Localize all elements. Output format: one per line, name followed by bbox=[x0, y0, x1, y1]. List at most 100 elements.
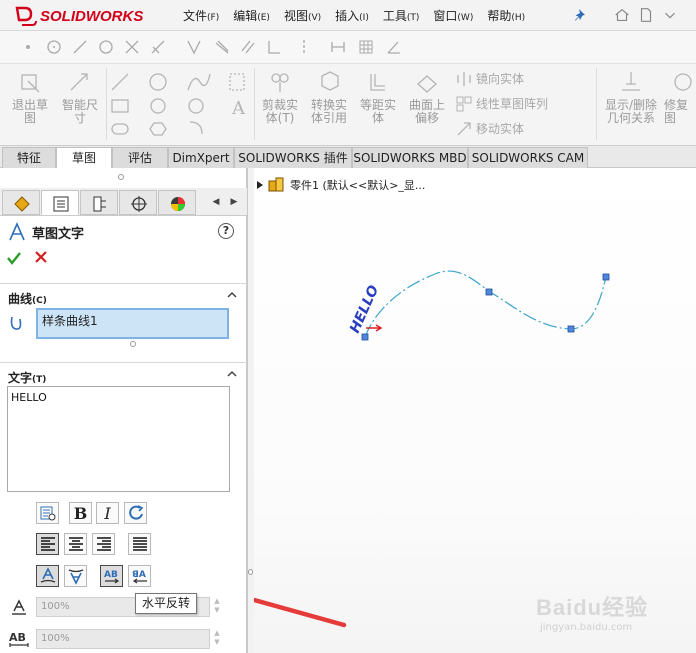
display-delete-relations-button[interactable]: 显示/删除 几何关系 bbox=[600, 70, 662, 125]
move-entities-button[interactable]: 移动实体 bbox=[456, 120, 524, 137]
curve-list-item[interactable]: 样条曲线1 bbox=[42, 314, 98, 328]
rotate-button[interactable] bbox=[124, 502, 147, 524]
svg-text:A: A bbox=[231, 98, 246, 119]
polygon-icon[interactable] bbox=[98, 39, 114, 55]
justify-button[interactable] bbox=[128, 533, 151, 555]
horizontal-dimension-icon[interactable] bbox=[330, 39, 346, 55]
display-manager-tab[interactable] bbox=[158, 190, 196, 215]
configuration-manager-tab[interactable] bbox=[80, 190, 118, 215]
collapse-chevron-icon[interactable] bbox=[227, 290, 237, 300]
dropdown-arrow-icon[interactable] bbox=[660, 5, 680, 25]
align-center-button[interactable] bbox=[64, 533, 87, 555]
text-input[interactable]: HELLO bbox=[7, 386, 230, 492]
offset-on-surface-button[interactable]: 曲面上 偏移 bbox=[402, 70, 452, 125]
offset-entities-button[interactable]: 等距实 体 bbox=[354, 70, 402, 125]
spline-point[interactable] bbox=[361, 333, 369, 341]
italic-button[interactable]: I bbox=[96, 502, 119, 524]
sketch-text-icon bbox=[9, 222, 25, 241]
convert-entities-button[interactable]: 转换实 体引用 bbox=[304, 70, 354, 125]
flip-vertical-icon bbox=[68, 569, 83, 585]
help-icon[interactable]: ? bbox=[218, 223, 234, 239]
pin-menu-icon[interactable] bbox=[574, 8, 588, 22]
align-center-icon bbox=[68, 537, 83, 551]
curves-section-header[interactable]: 曲线(C) bbox=[0, 283, 247, 307]
menu-file[interactable]: 文件(F) bbox=[176, 7, 226, 24]
text-section-header[interactable]: 文字(T) bbox=[0, 362, 247, 386]
ok-checkmark-icon[interactable] bbox=[6, 250, 22, 266]
extend-icon[interactable] bbox=[150, 39, 166, 55]
align-left-icon bbox=[40, 537, 55, 551]
repair-sketch-icon bbox=[674, 73, 692, 91]
bold-button[interactable]: B bbox=[69, 502, 92, 524]
tab-evaluate[interactable]: 评估 bbox=[112, 147, 168, 168]
panel-splitter[interactable] bbox=[247, 168, 254, 653]
width-factor-spinner[interactable]: ▲ ▼ bbox=[212, 597, 222, 617]
list-resize-grip[interactable] bbox=[130, 341, 136, 347]
tab-solidworks-mbd[interactable]: SOLIDWORKS MBD bbox=[352, 147, 468, 168]
mirror-icon bbox=[457, 71, 471, 86]
align-right-button[interactable] bbox=[92, 533, 115, 555]
spline-point[interactable] bbox=[602, 273, 610, 281]
line-icon[interactable] bbox=[72, 39, 88, 55]
flip-vertical-up-button[interactable] bbox=[36, 565, 59, 587]
trim-icon[interactable] bbox=[124, 39, 140, 55]
spline-point[interactable] bbox=[485, 288, 493, 296]
point-icon[interactable] bbox=[20, 39, 36, 55]
parallel-icon[interactable] bbox=[240, 39, 256, 55]
property-manager-tab[interactable] bbox=[41, 190, 79, 215]
tab-solidworks-addins[interactable]: SOLIDWORKS 插件 bbox=[234, 147, 352, 168]
menu-tools[interactable]: 工具(T) bbox=[376, 7, 427, 24]
tab-dimxpert[interactable]: DimXpert bbox=[168, 147, 234, 168]
flip-vertical-button[interactable] bbox=[64, 565, 87, 587]
command-tabs: 特征 草图 评估 DimXpert SOLIDWORKS 插件 SOLIDWOR… bbox=[0, 146, 696, 168]
new-document-icon[interactable] bbox=[636, 5, 656, 25]
trim-entities-icon bbox=[271, 73, 289, 92]
text-direction-button[interactable]: AB bbox=[100, 565, 123, 587]
dimxpert-manager-tab[interactable] bbox=[119, 190, 157, 215]
exit-sketch-button[interactable]: 退出草 图 bbox=[6, 70, 54, 125]
menu-help[interactable]: 帮助(H) bbox=[480, 7, 532, 24]
curve-selection-list[interactable]: 样条曲线1 bbox=[36, 308, 229, 339]
sketch-entities-icons: A bbox=[111, 73, 246, 136]
tab-features[interactable]: 特征 bbox=[2, 147, 56, 168]
tabs-scroll-right-icon[interactable]: ▶ bbox=[228, 194, 240, 210]
text-up-icon bbox=[40, 567, 55, 583]
spline-point[interactable] bbox=[567, 325, 575, 333]
spacing-icon: AB bbox=[9, 631, 29, 647]
menu-insert[interactable]: 插入(I) bbox=[328, 7, 376, 24]
panel-resize-grip[interactable] bbox=[118, 174, 124, 180]
cancel-x-icon[interactable] bbox=[34, 250, 48, 264]
align-left-button[interactable] bbox=[36, 533, 59, 555]
fillet-icon[interactable] bbox=[186, 39, 202, 55]
menu-view[interactable]: 视图(V) bbox=[277, 7, 328, 24]
tab-sketch[interactable]: 草图 bbox=[56, 147, 112, 168]
centerline-icon[interactable] bbox=[296, 39, 312, 55]
flip-horizontal-button[interactable]: ꓭA bbox=[128, 565, 151, 587]
smart-dimension-button[interactable]: 智能尺 寸 bbox=[56, 70, 104, 125]
repair-sketch-button[interactable]: 修复 图 bbox=[664, 70, 696, 125]
chamfer-icon[interactable] bbox=[214, 39, 230, 55]
configuration-manager-icon bbox=[93, 196, 106, 212]
home-icon[interactable] bbox=[612, 5, 632, 25]
menu-window[interactable]: 窗口(W) bbox=[426, 7, 480, 24]
feature-manager-tab[interactable] bbox=[2, 190, 40, 215]
tabs-scroll-left-icon[interactable]: ◀ bbox=[210, 194, 222, 210]
svg-text:AB: AB bbox=[9, 631, 26, 644]
sketch-canvas: HELLO bbox=[254, 270, 610, 628]
spacing-spinner[interactable]: ▲ ▼ bbox=[212, 629, 222, 649]
angle-icon[interactable] bbox=[386, 39, 402, 55]
perpendicular-icon[interactable] bbox=[266, 39, 282, 55]
splitter-grip[interactable] bbox=[248, 569, 253, 575]
spacing-input[interactable]: 100% bbox=[36, 629, 210, 649]
menu-edit[interactable]: 编辑(E) bbox=[226, 7, 277, 24]
menu-bar: 文件(F) 编辑(E) 视图(V) 插入(I) 工具(T) 窗口(W) 帮助(H… bbox=[176, 0, 532, 31]
circle-icon[interactable] bbox=[46, 39, 62, 55]
mirror-entities-button[interactable]: 镜向实体 bbox=[456, 70, 524, 87]
trim-entities-button[interactable]: 剪裁实 体(T) bbox=[256, 70, 304, 125]
link-property-button[interactable] bbox=[36, 502, 59, 524]
text-direction-icon: AB bbox=[104, 570, 119, 584]
grid-icon[interactable] bbox=[358, 39, 374, 55]
tab-solidworks-cam[interactable]: SOLIDWORKS CAM bbox=[468, 147, 588, 168]
collapse-chevron-icon[interactable] bbox=[227, 369, 237, 379]
linear-pattern-button[interactable]: 线性草图阵列 bbox=[456, 95, 548, 112]
